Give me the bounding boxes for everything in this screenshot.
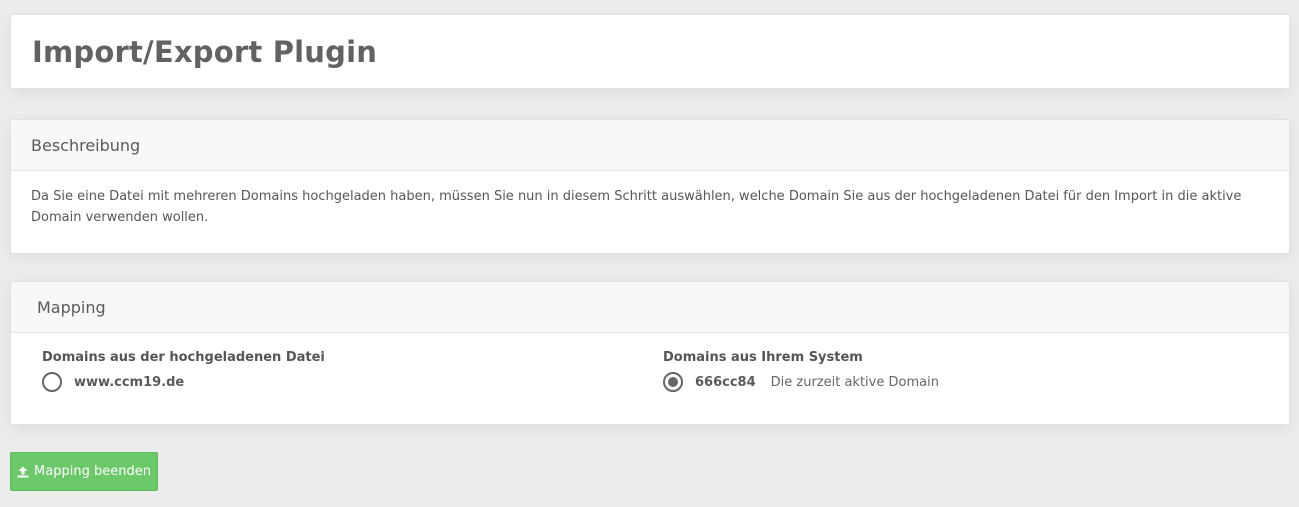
- uploaded-domains-label: Domains aus der hochgeladenen Datei: [42, 350, 325, 365]
- mapping-header: Mapping: [11, 282, 1289, 333]
- title-card: Import/Export Plugin: [10, 14, 1290, 89]
- system-domains-label: Domains aus Ihrem System: [663, 350, 863, 365]
- radio-selected-dot: [668, 377, 678, 387]
- upload-icon: [17, 466, 29, 478]
- description-header: Beschreibung: [11, 120, 1289, 171]
- mapping-card: Mapping Domains aus der hochgeladenen Da…: [10, 281, 1290, 425]
- mapping-finish-button[interactable]: Mapping beenden: [10, 452, 158, 491]
- system-domain-hint: Die zurzeit aktive Domain: [770, 374, 939, 390]
- system-domain-option[interactable]: 666cc84 Die zurzeit aktive Domain: [663, 372, 939, 392]
- page-title: Import/Export Plugin: [32, 35, 378, 69]
- uploaded-domains-column: Domains aus der hochgeladenen Datei www.…: [42, 350, 325, 392]
- uploaded-domain-name: www.ccm19.de: [74, 374, 185, 390]
- mapping-finish-label: Mapping beenden: [34, 464, 151, 479]
- system-domains-column: Domains aus Ihrem System 666cc84 Die zur…: [663, 350, 939, 392]
- system-domain-radio[interactable]: [663, 372, 683, 392]
- uploaded-domain-option[interactable]: www.ccm19.de: [42, 372, 325, 392]
- system-domain-name: 666cc84: [695, 374, 756, 390]
- description-card: Beschreibung Da Sie eine Datei mit mehre…: [10, 119, 1290, 254]
- description-text: Da Sie eine Datei mit mehreren Domains h…: [31, 189, 1242, 225]
- uploaded-domain-radio[interactable]: [42, 372, 62, 392]
